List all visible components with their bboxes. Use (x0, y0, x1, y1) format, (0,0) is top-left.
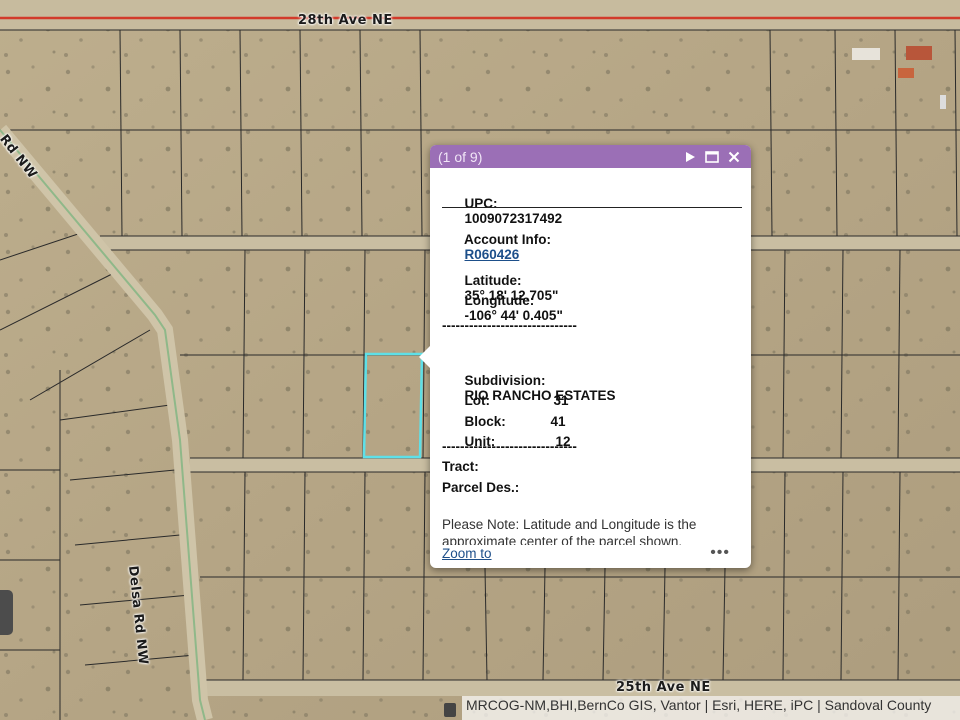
building (906, 46, 932, 60)
popup-footer: Zoom to ••• (442, 544, 742, 564)
building (852, 48, 880, 60)
separator-1: ------------------------------ (442, 318, 577, 333)
more-options-icon[interactable]: ••• (710, 544, 730, 562)
location-note: Please Note: Latitude and Longitude is t… (442, 517, 697, 545)
road-25th (200, 680, 960, 696)
separator-2: ------------------------------ (442, 439, 577, 454)
popup-header: (1 of 9) (430, 145, 751, 168)
parcel-des-label: Parcel Des.: (442, 480, 520, 495)
zoom-to-link[interactable]: Zoom to (442, 546, 492, 561)
building (898, 68, 914, 78)
account-label: Account Info: (464, 232, 552, 247)
maximize-icon[interactable] (701, 147, 723, 167)
building (940, 95, 946, 109)
map-attribution[interactable]: MRCOG-NM,BHI,BernCo GIS, Vantor | Esri, … (462, 696, 960, 720)
road-label-25th: 25th Ave NE (616, 680, 711, 695)
longitude-label: Longitude: (464, 293, 535, 308)
road-28th (0, 0, 960, 30)
tract-label: Tract: (442, 459, 479, 474)
popup-pointer (419, 345, 431, 369)
close-icon[interactable] (723, 147, 745, 167)
road-label-28th: 28th Ave NE (298, 13, 393, 28)
upc-label: UPC: (464, 196, 498, 211)
feature-count: (1 of 9) (438, 148, 483, 165)
parcel-popup: (1 of 9) UPC: 1009072317492 Account Info… (419, 145, 751, 568)
attribution-toggle-icon[interactable] (444, 703, 456, 717)
popup-content: UPC: 1009072317492 Account Info: R060426… (442, 168, 742, 545)
divider (442, 207, 742, 208)
next-feature-icon[interactable] (679, 147, 701, 167)
side-panel-toggle[interactable] (0, 590, 13, 635)
